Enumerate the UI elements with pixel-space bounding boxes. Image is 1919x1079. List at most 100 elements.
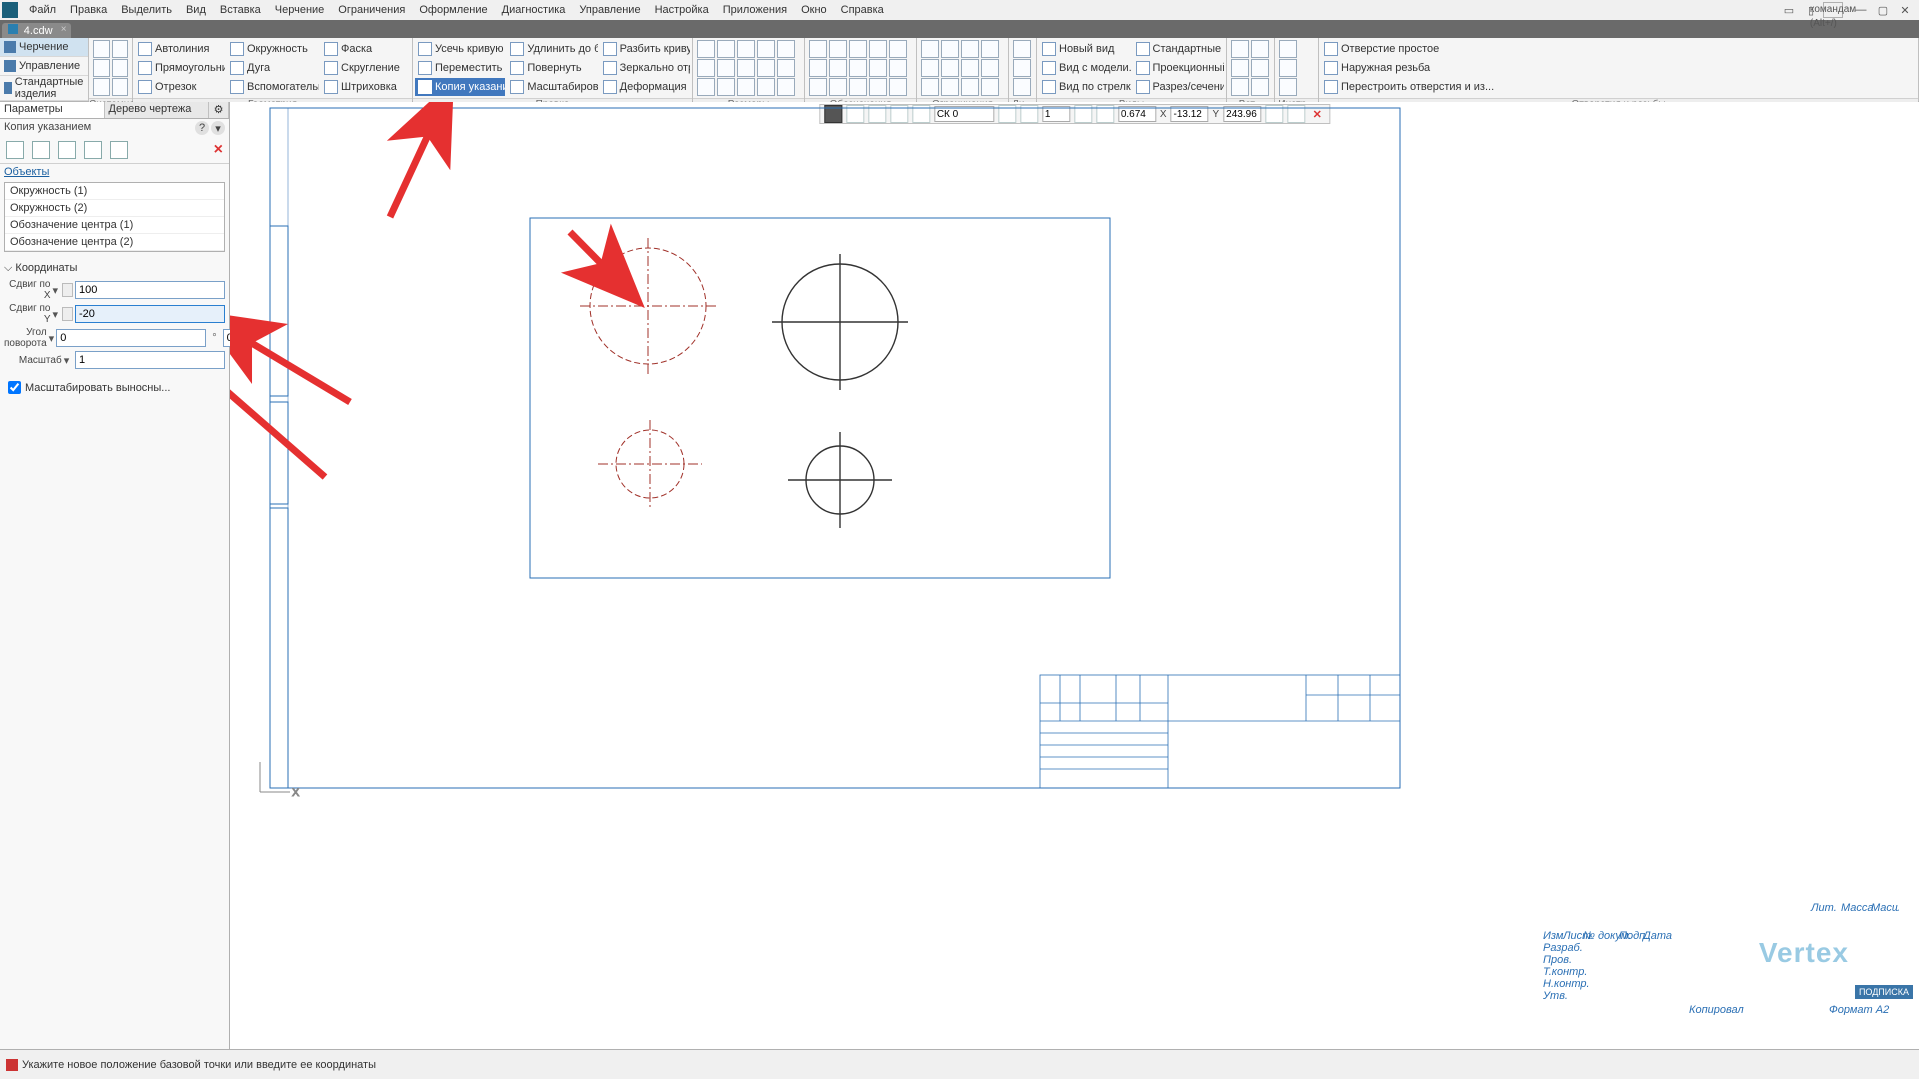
menu-draw[interactable]: Черчение — [268, 2, 332, 18]
m11-icon[interactable] — [809, 78, 827, 96]
print-icon[interactable] — [112, 59, 129, 77]
angle-deg-input[interactable] — [56, 329, 206, 347]
m8-icon[interactable] — [849, 59, 867, 77]
dim4-icon[interactable] — [757, 40, 775, 58]
tab-drawing-tree[interactable]: Дерево чертежа — [105, 102, 210, 118]
hole-simple-button[interactable]: Отверстие простое — [1321, 40, 1916, 58]
mode2-icon[interactable] — [32, 141, 50, 159]
m7-icon[interactable] — [829, 59, 847, 77]
dim3-icon[interactable] — [737, 40, 755, 58]
save-icon[interactable] — [93, 59, 110, 77]
c9-icon[interactable] — [921, 78, 939, 96]
menu-insert[interactable]: Вставка — [213, 2, 268, 18]
d3-icon[interactable] — [1013, 78, 1031, 96]
gear-icon[interactable]: ⚙ — [209, 102, 229, 118]
maximize-icon[interactable]: ▢ — [1873, 2, 1893, 18]
menu-manage[interactable]: Управление — [572, 2, 647, 18]
dim8-icon[interactable] — [737, 59, 755, 77]
m1-icon[interactable] — [809, 40, 827, 58]
shift-y-input[interactable] — [75, 305, 225, 323]
help-icon[interactable]: ? — [195, 121, 209, 135]
mode-std-parts[interactable]: Стандартные изделия — [0, 76, 88, 101]
mirror-button[interactable]: Зеркально отразить — [600, 59, 690, 77]
menu-edit[interactable]: Правка — [63, 2, 114, 18]
menu-file[interactable]: Файл — [22, 2, 63, 18]
tab-close-icon[interactable]: × — [61, 24, 67, 35]
dim2-icon[interactable] — [717, 40, 735, 58]
dim15-icon[interactable] — [777, 78, 795, 96]
tab-parameters[interactable]: Параметры — [0, 102, 105, 118]
menu-view[interactable]: Вид — [179, 2, 213, 18]
open-icon[interactable] — [112, 40, 129, 58]
list-item[interactable]: Обозначение центра (2) — [5, 234, 224, 251]
c8-icon[interactable] — [981, 59, 999, 77]
c2-icon[interactable] — [941, 40, 959, 58]
i1-icon[interactable] — [1231, 40, 1249, 58]
c6-icon[interactable] — [941, 59, 959, 77]
dim13-icon[interactable] — [737, 78, 755, 96]
i4-icon[interactable] — [1251, 59, 1269, 77]
m12-icon[interactable] — [829, 78, 847, 96]
model-view-button[interactable]: Вид с модели... — [1039, 59, 1131, 77]
scale-leaders-checkbox[interactable] — [8, 381, 21, 394]
extend-button[interactable]: Удлинить до ближайшего о... — [507, 40, 597, 58]
rotate-button[interactable]: Повернуть — [507, 59, 597, 77]
undo-icon[interactable] — [93, 78, 110, 96]
dim10-icon[interactable] — [777, 59, 795, 77]
circle-button[interactable]: Окружность — [227, 40, 319, 58]
dropdown-icon[interactable]: ▾ — [53, 284, 61, 297]
m15-icon[interactable] — [889, 78, 907, 96]
m14-icon[interactable] — [869, 78, 887, 96]
dim5-icon[interactable] — [777, 40, 795, 58]
t1-icon[interactable] — [1279, 40, 1297, 58]
new-view-button[interactable]: Новый вид — [1039, 40, 1131, 58]
d1-icon[interactable] — [1013, 40, 1031, 58]
dropdown-icon[interactable]: ▾ — [49, 332, 55, 345]
m2-icon[interactable] — [829, 40, 847, 58]
objects-link[interactable]: Объекты — [4, 166, 49, 178]
list-item[interactable]: Обозначение центра (1) — [5, 217, 224, 234]
rect-button[interactable]: Прямоугольник — [135, 59, 225, 77]
proj-view-button[interactable]: Проекционный вид — [1133, 59, 1225, 77]
move-coord-button[interactable]: Переместить по координатам — [415, 59, 505, 77]
std-views-button[interactable]: Стандартные виды с модели — [1133, 40, 1225, 58]
collapse-icon[interactable]: ▾ — [211, 121, 225, 135]
break-button[interactable]: Разбить кривую — [600, 40, 690, 58]
auxline-button[interactable]: Вспомогательная прямая — [227, 78, 319, 96]
c12-icon[interactable] — [981, 78, 999, 96]
document-tab[interactable]: 4.cdw × — [2, 23, 71, 38]
mode4-icon[interactable] — [84, 141, 102, 159]
arrow-view-button[interactable]: Вид по стрелке — [1039, 78, 1131, 96]
m4-icon[interactable] — [869, 40, 887, 58]
m3-icon[interactable] — [849, 40, 867, 58]
c5-icon[interactable] — [921, 59, 939, 77]
scale-input[interactable] — [75, 351, 225, 369]
mode-manage[interactable]: Управление — [0, 57, 88, 76]
dropdown-icon[interactable]: ▾ — [64, 354, 73, 367]
list-item[interactable]: Окружность (2) — [5, 200, 224, 217]
mode5-icon[interactable] — [110, 141, 128, 159]
arc-button[interactable]: Дуга — [227, 59, 319, 77]
list-item[interactable]: Окружность (1) — [5, 183, 224, 200]
pin-icon[interactable] — [62, 307, 73, 321]
m10-icon[interactable] — [889, 59, 907, 77]
c11-icon[interactable] — [961, 78, 979, 96]
close-icon[interactable]: ✕ — [1895, 2, 1915, 18]
trim-button[interactable]: Усечь кривую — [415, 40, 505, 58]
m13-icon[interactable] — [849, 78, 867, 96]
fillet-button[interactable]: Скругление — [321, 59, 403, 77]
dim14-icon[interactable] — [757, 78, 775, 96]
menu-help[interactable]: Справка — [834, 2, 891, 18]
c4-icon[interactable] — [981, 40, 999, 58]
c1-icon[interactable] — [921, 40, 939, 58]
m6-icon[interactable] — [809, 59, 827, 77]
c10-icon[interactable] — [941, 78, 959, 96]
c3-icon[interactable] — [961, 40, 979, 58]
rebuild-holes-button[interactable]: Перестроить отверстия и из... — [1321, 78, 1916, 96]
autoline-button[interactable]: Автолиния — [135, 40, 225, 58]
menu-settings[interactable]: Настройка — [648, 2, 716, 18]
menu-window[interactable]: Окно — [794, 2, 834, 18]
dim6-icon[interactable] — [697, 59, 715, 77]
t2-icon[interactable] — [1279, 59, 1297, 77]
coords-header[interactable]: Координаты — [4, 260, 225, 277]
